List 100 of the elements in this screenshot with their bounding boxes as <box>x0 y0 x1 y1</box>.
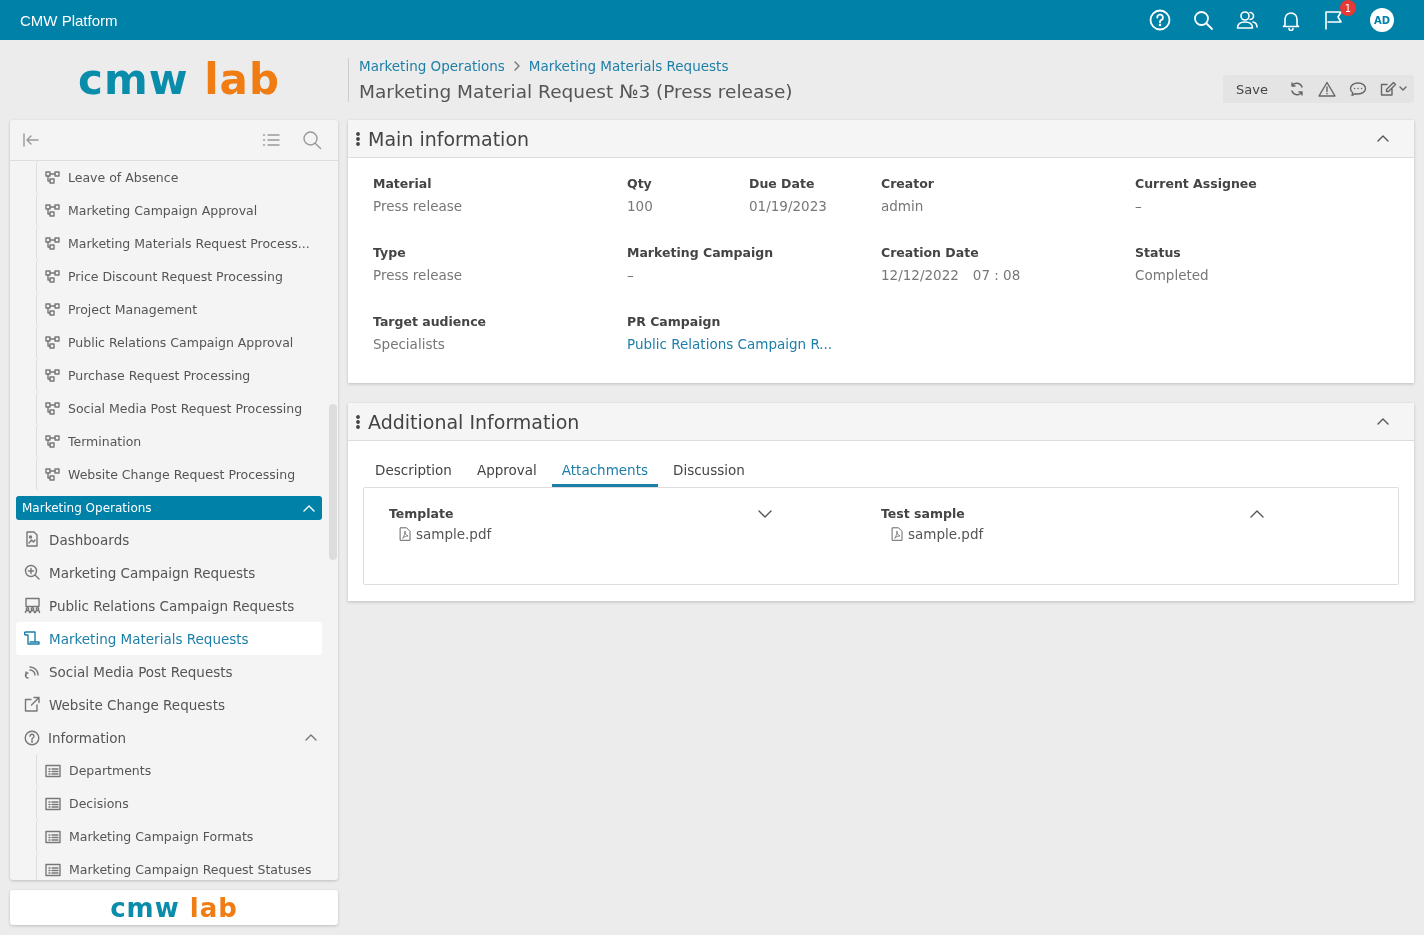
users-icon[interactable] <box>1235 9 1259 31</box>
sidebar-item[interactable]: Leave of Absence <box>36 161 322 194</box>
field-label: Creation Date <box>881 245 979 260</box>
user-avatar[interactable]: AD <box>1370 8 1394 32</box>
breadcrumb-link[interactable]: Marketing Operations <box>359 58 505 74</box>
workflow-icon <box>45 204 60 217</box>
drag-handle-icon <box>356 414 360 429</box>
field-value: admin <box>881 198 924 214</box>
sidebar-item[interactable]: Social Media Post Requests <box>16 655 322 688</box>
bell-icon[interactable] <box>1280 9 1302 31</box>
zoom-in-icon <box>24 564 41 581</box>
sidebar-item[interactable]: Marketing Campaign Requests <box>16 556 322 589</box>
audience-icon <box>24 597 41 614</box>
workflow-icon <box>45 303 60 316</box>
sidebar-item[interactable]: Information <box>16 721 322 754</box>
attachment-label: Template <box>389 506 454 521</box>
section-header[interactable]: Marketing Operations <box>16 496 322 520</box>
chevron-icon <box>1376 416 1390 427</box>
field-value: Specialists <box>373 336 445 352</box>
field-label: Current Assignee <box>1135 176 1257 191</box>
chevron-icon[interactable] <box>757 508 773 519</box>
table-icon <box>45 763 61 778</box>
tab[interactable]: Approval <box>466 459 547 487</box>
table-icon <box>45 862 61 877</box>
workflow-icon <box>45 336 60 349</box>
sidebar-item[interactable]: Public Relations Campaign Approval <box>36 326 322 359</box>
field-value: 07 : 08 <box>972 267 1021 283</box>
panel-header[interactable]: Main information <box>348 120 1414 158</box>
search-icon[interactable] <box>1192 9 1214 31</box>
sidebar-item[interactable]: Purchase Request Processing <box>36 359 322 392</box>
tab[interactable]: Description <box>365 459 462 487</box>
logo: cmw lab <box>78 59 280 101</box>
tab[interactable]: Discussion <box>663 459 755 487</box>
field-value: Press release <box>373 267 463 283</box>
flag-icon[interactable] <box>1323 9 1345 31</box>
page-title: Marketing Material Request №3 (Press release) <box>359 81 793 102</box>
field-label: Creator <box>881 176 934 191</box>
field-link[interactable]: Public Relations Campaign R... <box>627 336 833 352</box>
sidebar-item[interactable]: Marketing Campaign Formats <box>36 820 322 853</box>
external-link-icon <box>24 696 41 713</box>
help-icon <box>24 729 40 746</box>
field-label: Marketing Campaign <box>627 245 774 260</box>
sidebar-item[interactable]: Marketing Materials Request Process... <box>36 227 322 260</box>
field-label: Qty <box>627 176 652 191</box>
table-icon <box>45 829 61 844</box>
help-icon[interactable] <box>1149 9 1171 31</box>
chevron-icon[interactable] <box>1249 508 1265 519</box>
scrollbar[interactable] <box>329 404 337 560</box>
sidebar-item[interactable]: Price Discount Request Processing <box>36 260 322 293</box>
field-label: Target audience <box>373 314 487 329</box>
app-title: CMW Platform <box>20 11 118 29</box>
sidebar-item[interactable]: Marketing Materials Requests <box>16 622 322 655</box>
drag-handle-icon <box>356 131 360 146</box>
field-value: Press release <box>373 198 463 214</box>
workflow-icon <box>45 171 60 184</box>
file-link[interactable]: sample.pdf <box>416 526 492 542</box>
sidebar-item[interactable]: Dashboards <box>16 523 322 556</box>
workflow-icon <box>45 468 60 481</box>
sidebar-item[interactable]: Website Change Requests <box>16 688 322 721</box>
table-icon <box>45 796 61 811</box>
warning-icon[interactable] <box>1318 81 1336 97</box>
tab[interactable]: Attachments <box>551 459 658 487</box>
field-value: 01/19/2023 <box>749 198 827 214</box>
notification-badge: 1 <box>1340 0 1356 16</box>
refresh-icon[interactable] <box>1289 81 1305 97</box>
workflow-icon <box>45 237 60 250</box>
edit-dropdown-icon[interactable] <box>1380 81 1408 97</box>
report-icon <box>24 531 41 548</box>
chevron-icon <box>304 732 318 743</box>
panel-header[interactable]: Additional Information <box>348 403 1414 441</box>
sidebar-item[interactable]: Departments <box>36 754 322 787</box>
field-label: PR Campaign <box>627 314 721 329</box>
sidebar-item[interactable]: Project Management <box>36 293 322 326</box>
file-link[interactable]: sample.pdf <box>908 526 984 542</box>
comment-icon[interactable] <box>1349 81 1367 97</box>
field-value: – <box>627 267 634 283</box>
attachment-label: Test sample <box>881 506 965 521</box>
search-icon[interactable] <box>302 130 322 150</box>
sidebar-item[interactable]: Termination <box>36 425 322 458</box>
pdf-file-icon <box>399 527 411 541</box>
field-value: – <box>1135 198 1142 214</box>
field-value: Completed <box>1135 267 1209 283</box>
field-value: 12/12/2022 <box>881 267 959 283</box>
breadcrumb-link[interactable]: Marketing Materials Requests <box>528 58 729 74</box>
sidebar-item[interactable]: Website Change Request Processing <box>36 458 322 491</box>
logo: cmw lab <box>110 894 238 921</box>
sidebar-item[interactable]: Social Media Post Request Processing <box>36 392 322 425</box>
broadcast-icon <box>24 663 41 680</box>
collapse-sidebar-icon[interactable] <box>22 132 40 148</box>
workflow-icon <box>45 402 60 415</box>
workflow-icon <box>45 270 60 283</box>
chevron-icon <box>1376 133 1390 144</box>
field-label: Due Date <box>749 176 815 191</box>
sidebar-item[interactable]: Public Relations Campaign Requests <box>16 589 322 622</box>
field-label: Material <box>373 176 432 191</box>
workflow-icon <box>45 369 60 382</box>
sidebar-item[interactable]: Marketing Campaign Request Statuses <box>36 853 322 880</box>
sidebar-item[interactable]: Marketing Campaign Approval <box>36 194 322 227</box>
sidebar-item[interactable]: Decisions <box>36 787 322 820</box>
workflow-icon <box>45 435 60 448</box>
